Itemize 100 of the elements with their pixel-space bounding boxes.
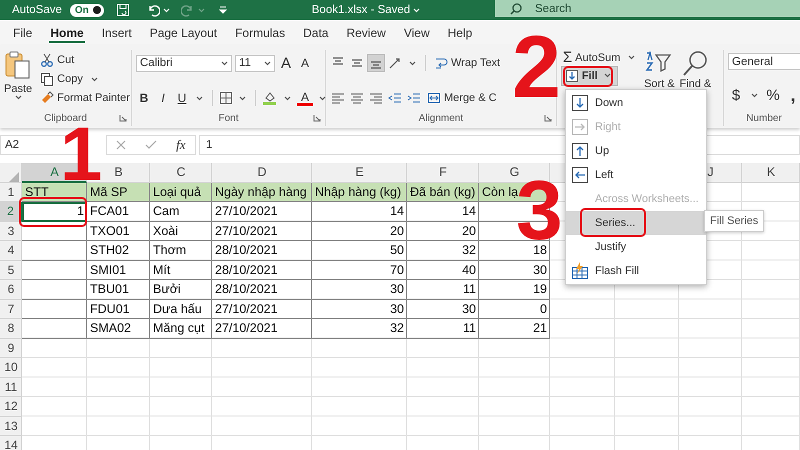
autosave-toggle[interactable]: On	[70, 4, 104, 16]
font-size-dropdown[interactable]: 11	[235, 54, 275, 72]
table-cell[interactable]: 30	[312, 300, 407, 319]
column-header[interactable]: K	[742, 163, 800, 182]
ribbon-tab[interactable]: Review	[337, 20, 395, 45]
caret-icon[interactable]	[319, 96, 326, 100]
format-painter-button[interactable]: Format Painter	[38, 89, 132, 107]
table-cell[interactable]: Bưởi	[150, 280, 212, 300]
header-cell[interactable]: Loại quả	[150, 182, 212, 202]
table-cell[interactable]: 28/10/2021	[212, 280, 312, 300]
percent-button[interactable]: %	[765, 86, 781, 104]
cut-button[interactable]: Cut	[38, 51, 132, 69]
table-cell[interactable]: 20	[312, 222, 407, 241]
paste-button[interactable]: Paste	[4, 50, 32, 110]
number-format-dropdown[interactable]: General	[728, 53, 800, 70]
comma-button[interactable]: ,	[785, 84, 800, 106]
ribbon-tab[interactable]: Page Layout	[140, 20, 226, 45]
ribbon-tab[interactable]: Formulas	[226, 20, 294, 45]
table-cell[interactable]: Dưa hấu	[150, 300, 212, 319]
underline-button[interactable]: U	[174, 91, 190, 105]
caret-icon[interactable]	[90, 76, 98, 82]
merge-button[interactable]: Merge & C	[425, 89, 499, 107]
caret-icon[interactable]	[14, 95, 22, 100]
row-header[interactable]: 9	[0, 338, 22, 358]
ribbon-tab[interactable]: Help	[438, 20, 482, 45]
table-cell[interactable]: 21	[479, 319, 550, 338]
menu-item[interactable]: Justify	[566, 235, 706, 259]
table-cell[interactable]: FCA01	[87, 202, 150, 222]
autosum-button[interactable]: Σ AutoSum	[560, 48, 622, 66]
table-cell[interactable]: 27/10/2021	[212, 319, 312, 338]
caret-icon[interactable]	[628, 55, 636, 60]
row-header[interactable]: 5	[0, 260, 22, 280]
table-cell[interactable]: 32	[312, 319, 407, 338]
row-header[interactable]: 11	[0, 378, 22, 397]
ribbon-tab[interactable]: Data	[294, 20, 338, 45]
table-cell[interactable]: TXO01	[87, 222, 150, 241]
italic-button[interactable]: I	[155, 91, 171, 105]
table-cell[interactable]: Măng cụt	[150, 319, 212, 338]
table-cell[interactable]: 28/10/2021	[212, 241, 312, 260]
caret-icon[interactable]	[196, 96, 203, 100]
caret-icon[interactable]	[239, 96, 246, 100]
table-cell[interactable]: Thơm	[150, 241, 212, 260]
table-cell[interactable]: 28/10/2021	[212, 260, 312, 280]
row-header[interactable]: 8	[0, 319, 22, 338]
menu-item[interactable]: Series...	[566, 211, 706, 235]
row-header[interactable]: 1	[0, 182, 22, 202]
customize-icon[interactable]	[218, 5, 228, 15]
font-name-dropdown[interactable]: Calibri	[136, 54, 232, 72]
caret-icon[interactable]	[284, 96, 291, 100]
grow-font-button[interactable]: A	[278, 54, 294, 72]
caret-icon[interactable]	[409, 60, 416, 66]
table-cell[interactable]: 14	[312, 202, 407, 222]
caret-icon[interactable]	[751, 92, 758, 98]
column-header[interactable]: C	[150, 163, 212, 182]
table-cell[interactable]: 11	[407, 280, 479, 300]
shrink-font-button[interactable]: A	[297, 56, 313, 70]
table-cell[interactable]: 18	[479, 241, 550, 260]
insert-function-button[interactable]: fx	[176, 137, 186, 153]
table-cell[interactable]: 0	[479, 300, 550, 319]
search-field[interactable]: Search	[495, 0, 800, 17]
borders-icon[interactable]	[219, 91, 233, 105]
table-cell[interactable]: 30	[312, 280, 407, 300]
table-cell[interactable]: 11	[407, 319, 479, 338]
ribbon-tab[interactable]: Insert	[92, 20, 141, 45]
menu-item[interactable]: Flash Fill	[566, 259, 706, 283]
wrap-text-button[interactable]: Wrap Text	[432, 54, 502, 72]
bold-button[interactable]: B	[136, 91, 152, 105]
row-header[interactable]: 14	[0, 436, 22, 450]
align-bottom-icon[interactable]	[368, 55, 384, 71]
row-header[interactable]: 2	[0, 202, 22, 222]
table-cell[interactable]: 27/10/2021	[212, 222, 312, 241]
header-cell[interactable]: Mã SP	[87, 182, 150, 202]
ribbon-tab[interactable]: View	[394, 20, 439, 45]
row-header[interactable]: 6	[0, 280, 22, 300]
font-color-button[interactable]: A	[297, 90, 313, 106]
header-cell[interactable]: Đã bán (kg)	[407, 182, 479, 202]
table-cell[interactable]: SMI01	[87, 260, 150, 280]
column-header[interactable]: F	[407, 163, 479, 182]
caret-icon[interactable]	[221, 60, 228, 66]
table-cell[interactable]: SMA02	[87, 319, 150, 338]
row-header[interactable]: 4	[0, 241, 22, 260]
ribbon-tab[interactable]: File	[4, 20, 42, 45]
table-cell[interactable]: Cam	[150, 202, 212, 222]
caret-icon[interactable]	[604, 73, 611, 78]
row-header[interactable]: 7	[0, 300, 22, 319]
table-cell[interactable]: 20	[407, 222, 479, 241]
table-cell[interactable]: Xoài	[150, 222, 212, 241]
table-cell[interactable]: 19	[479, 280, 550, 300]
check-icon[interactable]	[145, 140, 158, 150]
table-cell[interactable]: 14	[407, 202, 479, 222]
table-cell[interactable]: 32	[407, 241, 479, 260]
column-header[interactable]: D	[212, 163, 312, 182]
header-cell[interactable]: Ngày nhập hàng	[212, 182, 312, 202]
table-cell[interactable]: 30	[479, 260, 550, 280]
table-cell[interactable]: 30	[407, 300, 479, 319]
table-cell[interactable]: TBU01	[87, 280, 150, 300]
column-header[interactable]: E	[312, 163, 407, 182]
copy-button[interactable]: Copy	[38, 70, 85, 88]
header-cell[interactable]: Nhập hàng (kg)	[312, 182, 407, 202]
table-cell[interactable]: 70	[312, 260, 407, 280]
